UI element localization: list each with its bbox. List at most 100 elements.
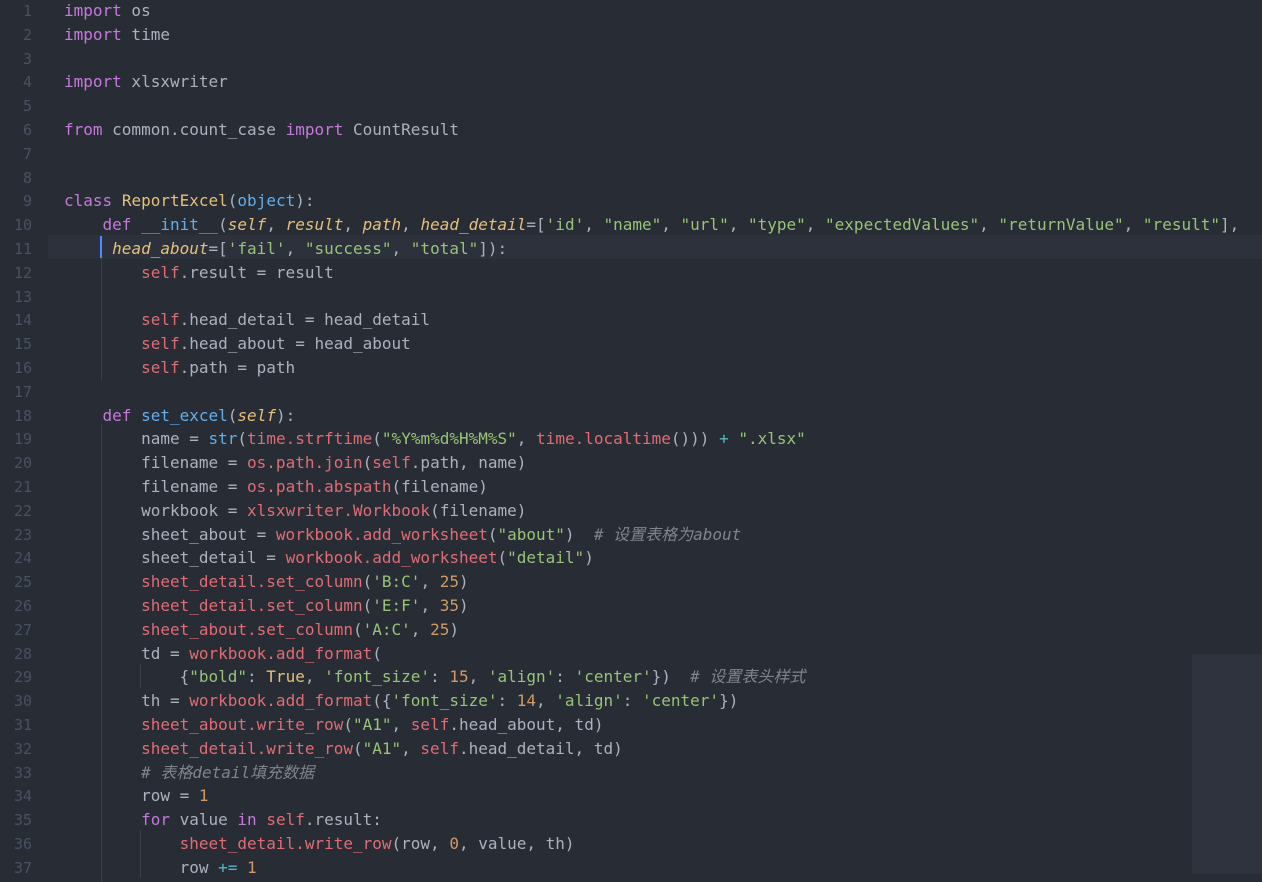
code-token: self [141, 262, 180, 282]
code-token: sheet_about.set_column [141, 619, 353, 639]
code-line[interactable]: sheet_detail.write_row("A1", self.head_d… [64, 737, 623, 761]
code-token: (filename) [391, 477, 488, 496]
code-token: , [728, 215, 748, 235]
code-line[interactable]: td = workbook.add_format( [64, 642, 382, 666]
code-line[interactable]: head_about=['fail', "success", "total"])… [64, 237, 507, 261]
code-token: .head_detail = head_detail [179, 310, 431, 330]
code-token: , [1123, 215, 1143, 235]
code-line[interactable]: import os [64, 0, 151, 23]
code-token: import [64, 72, 122, 92]
code-token: for [141, 810, 170, 830]
code-token: True [266, 667, 305, 687]
code-token: def [102, 215, 132, 235]
line-number: 36 [13, 835, 32, 853]
code-line[interactable]: import time [64, 23, 170, 47]
code-token: "A1" [362, 738, 402, 758]
code-line[interactable]: from common.count_case import CountResul… [64, 118, 459, 142]
code-line[interactable]: filename = os.path.abspath(filename) [64, 475, 488, 499]
line-number: 4 [22, 73, 32, 92]
code-line[interactable]: sheet_about.write_row("A1", self.head_ab… [64, 713, 603, 737]
code-token: result [285, 215, 344, 235]
line-number: 28 [13, 644, 32, 663]
line-number: 3 [22, 49, 32, 68]
code-token: sheet_about = [64, 524, 276, 544]
code-token: , [979, 215, 999, 235]
line-number: 12 [13, 263, 32, 282]
line-number: 15 [13, 335, 32, 354]
code-token: , [584, 215, 604, 235]
code-token: + [719, 429, 729, 449]
code-line[interactable]: class ReportExcel(object): [64, 189, 314, 213]
code-token: , [285, 239, 305, 258]
line-number: 29 [13, 668, 32, 687]
code-token: .path = path [179, 358, 296, 377]
code-line[interactable]: sheet_about.set_column('A:C', 25) [64, 618, 459, 642]
code-line[interactable]: sheet_about = workbook.add_worksheet("ab… [64, 523, 741, 547]
code-token: os.path.join [247, 453, 363, 473]
line-number: 2 [22, 25, 32, 44]
line-number: 26 [13, 597, 32, 615]
code-line[interactable]: sheet_detail.set_column('E:F', 35) [64, 594, 469, 618]
code-token: ) [584, 548, 594, 568]
line-number: 32 [13, 739, 32, 758]
line-number: 22 [13, 501, 32, 520]
code-token: += [218, 857, 238, 877]
code-token: ( [352, 738, 363, 758]
code-token: ())) [670, 429, 720, 449]
code-line[interactable]: sheet_detail.set_column('B:C', 25) [64, 570, 469, 594]
code-token: , [391, 239, 411, 258]
code-line[interactable]: th = workbook.add_format({'font_size': 1… [64, 689, 738, 713]
code-token: sheet_detail.write_row [141, 738, 353, 758]
line-number: 18 [13, 406, 32, 425]
code-line[interactable]: import xlsxwriter [64, 70, 228, 94]
code-token: str [208, 429, 238, 449]
code-token: row [64, 857, 219, 877]
code-token: 'font_size' [391, 691, 498, 711]
code-line[interactable]: filename = os.path.join(self.path, name) [64, 451, 526, 475]
code-line[interactable]: self.result = result [64, 261, 334, 285]
code-line[interactable]: def set_excel(self): [64, 404, 296, 428]
code-area[interactable]: import os import time import xlsxwriter fro… [64, 0, 1262, 882]
code-token: "total" [410, 239, 479, 258]
line-number: 9 [22, 192, 32, 211]
code-line[interactable]: workbook = xlsxwriter.Workbook(filename) [64, 499, 526, 523]
code-token: "success" [304, 239, 392, 258]
code-line[interactable]: self.path = path [64, 356, 295, 380]
code-token: ) [458, 596, 469, 615]
code-line[interactable]: sheet_detail = workbook.add_worksheet("d… [64, 546, 594, 570]
code-token: "about" [497, 524, 565, 544]
code-token: 'center' [642, 691, 720, 711]
code-token: ) [564, 524, 594, 544]
code-line[interactable]: self.head_about = head_about [64, 332, 411, 356]
code-token: object [237, 191, 296, 211]
code-line[interactable]: row = 1 [64, 784, 208, 808]
code-token: "returnValue" [998, 215, 1124, 235]
code-token: 35 [439, 596, 459, 615]
line-number: 37 [13, 858, 32, 877]
line-number: 19 [13, 430, 32, 449]
code-line[interactable]: self.head_detail = head_detail [64, 308, 430, 332]
code-token: ReportExcel [121, 191, 228, 211]
code-token: import [285, 120, 344, 139]
line-number: 33 [13, 763, 32, 782]
code-line[interactable]: row += 1 [64, 856, 257, 880]
code-token: ( [362, 596, 373, 615]
code-line[interactable]: name = str(time.strftime("%Y%m%d%H%M%S",… [64, 427, 806, 451]
minimap-viewport[interactable] [1192, 654, 1262, 874]
code-token: workbook.add_format [189, 691, 373, 711]
code-token: ( [218, 215, 228, 235]
code-line[interactable]: for value in self.result: [64, 808, 382, 832]
code-token: ): [295, 191, 315, 211]
code-line[interactable]: {"bold": True, 'font_size': 15, 'align':… [64, 665, 806, 689]
code-token: ( [372, 643, 382, 663]
indent-guide [140, 830, 141, 878]
code-token: self [266, 810, 305, 830]
code-editor[interactable]: 1 2 3 4 5 6 7 8 9 10 11 12 13 14 15 16 17 18 19 20 21 22 23 24 2… [0, 0, 1262, 882]
code-line[interactable]: def __init__(self, result, path, head_de… [64, 213, 1240, 237]
